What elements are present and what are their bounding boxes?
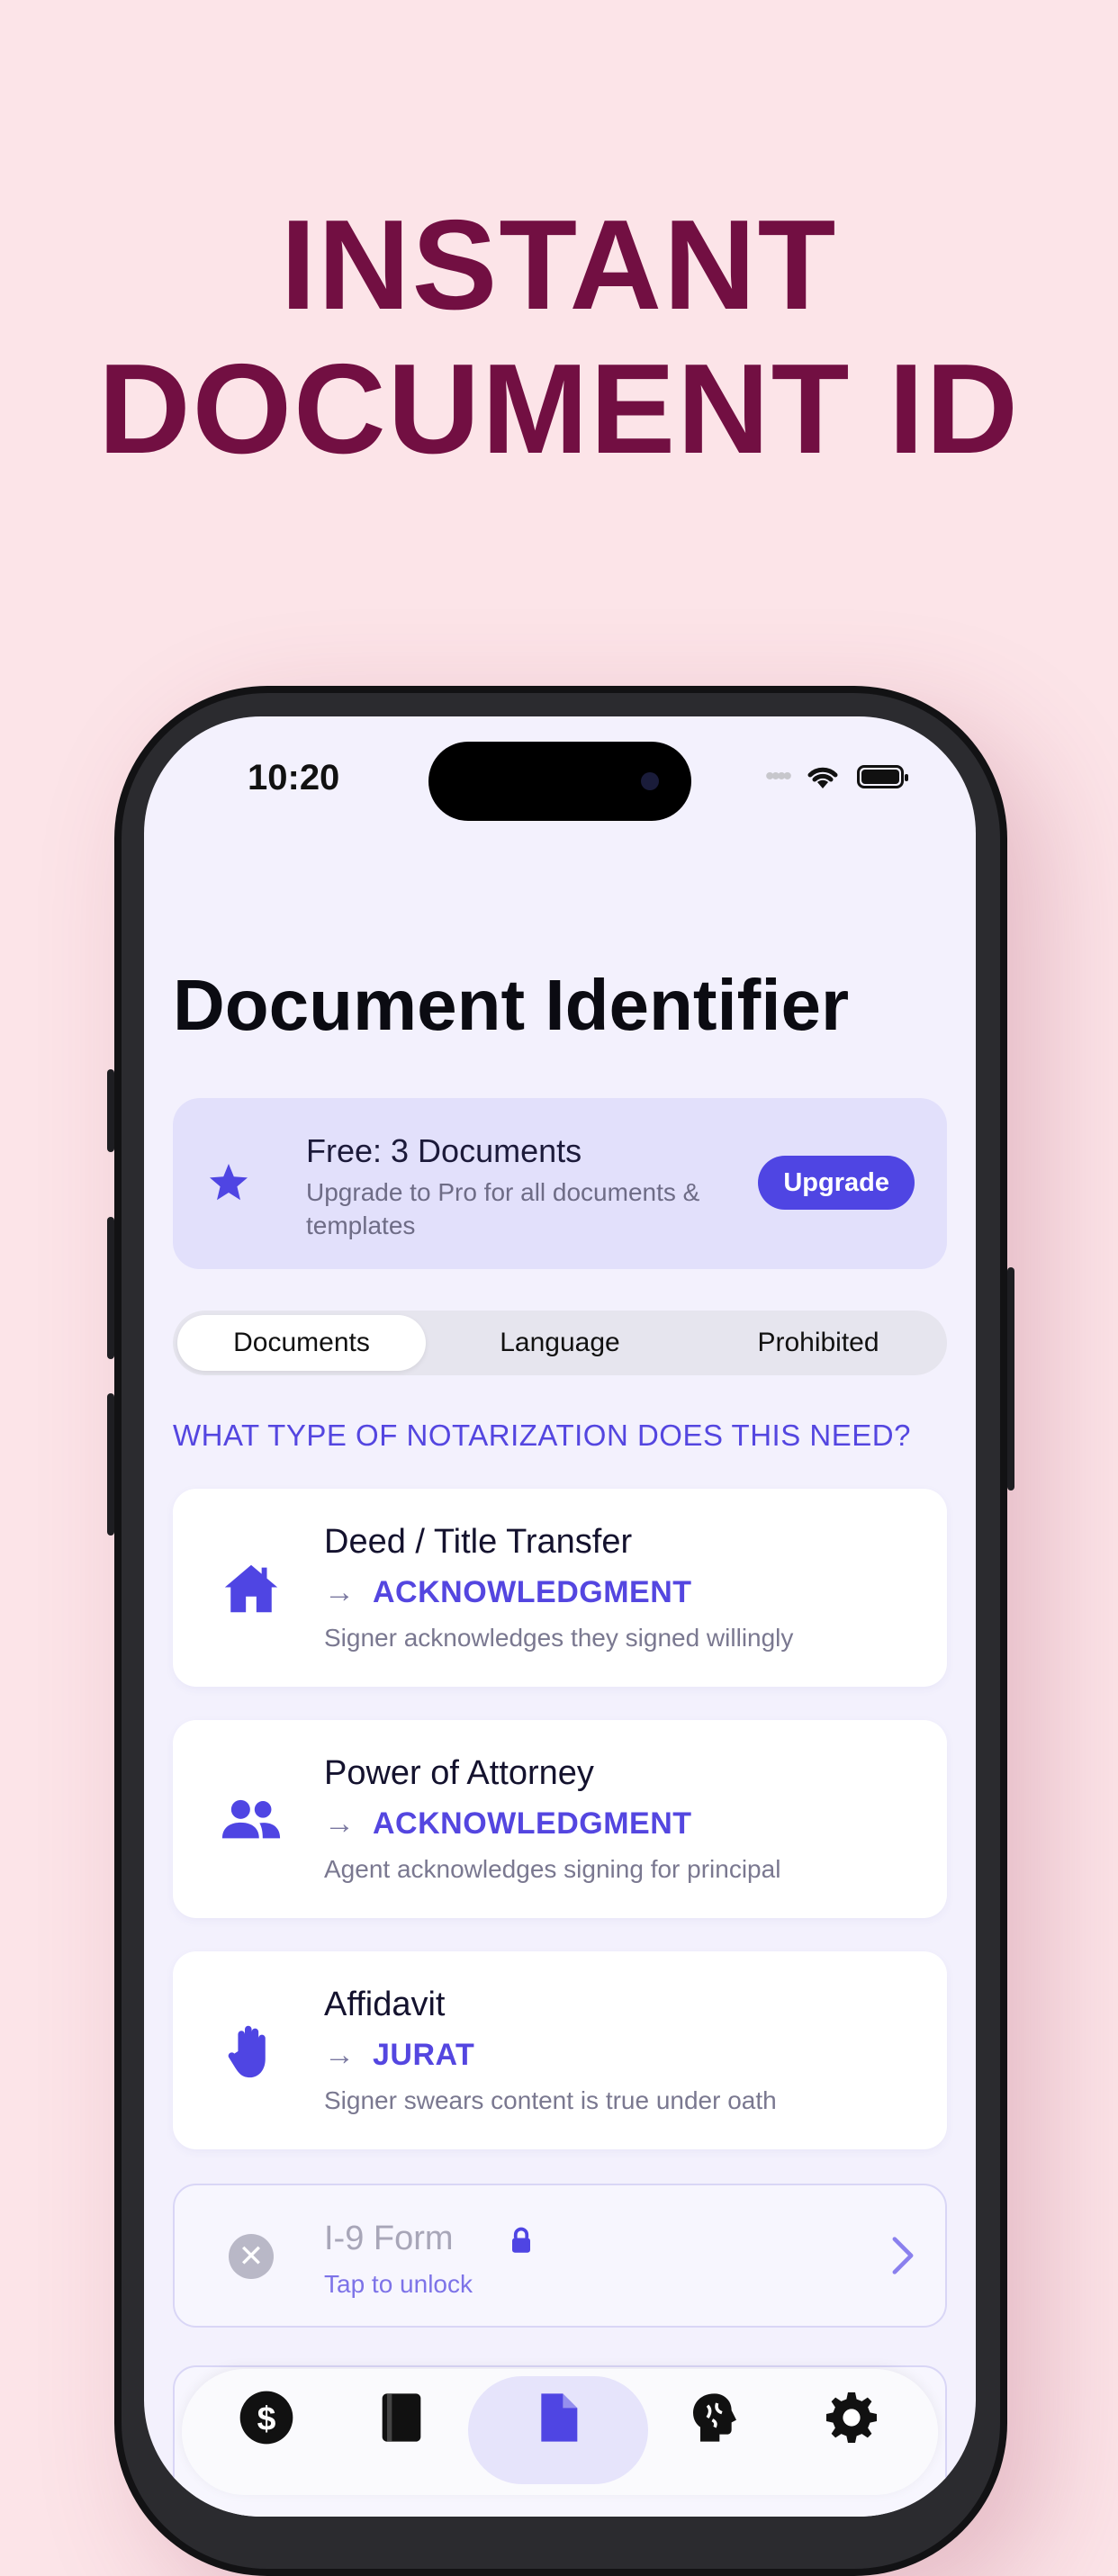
notarization-type: JURAT bbox=[373, 2038, 475, 2072]
tab-prohibited[interactable]: Prohibited bbox=[693, 1315, 943, 1371]
arrow-right-icon: → bbox=[324, 1806, 355, 1841]
tab-language[interactable]: Language bbox=[434, 1315, 686, 1371]
notarization-type: ACKNOWLEDGMENT bbox=[373, 1806, 692, 1841]
headline: INSTANT DOCUMENT ID bbox=[0, 194, 1118, 482]
headline-line-2: DOCUMENT ID bbox=[98, 338, 1020, 481]
tab-documents[interactable]: Documents bbox=[177, 1315, 426, 1371]
card-description: Agent acknowledges signing for principal bbox=[324, 1855, 781, 1883]
segmented-control: Documents Language Prohibited bbox=[173, 1311, 947, 1375]
svg-text:$: $ bbox=[257, 2399, 276, 2436]
chevron-right-icon bbox=[892, 2237, 914, 2274]
arrow-right-icon: → bbox=[324, 1575, 355, 1609]
notarization-type: ACKNOWLEDGMENT bbox=[373, 1575, 692, 1609]
arrow-right-icon: → bbox=[324, 2038, 355, 2072]
promo-banner[interactable]: Free: 3 Documents Upgrade to Pro for all… bbox=[173, 1098, 947, 1269]
document-card-affidavit[interactable]: Affidavit → JURAT Signer swears content … bbox=[173, 1951, 947, 2149]
brain-icon[interactable] bbox=[686, 2389, 744, 2446]
close-circle-icon: ✕ bbox=[229, 2234, 274, 2279]
gear-icon[interactable] bbox=[823, 2389, 880, 2446]
card-title: Affidavit bbox=[324, 1986, 446, 2023]
status-icons: •••• bbox=[764, 761, 908, 791]
document-card-i9-locked[interactable]: ✕ I-9 Form Tap to unlock bbox=[173, 2184, 947, 2328]
action-button bbox=[107, 1069, 114, 1152]
card-title: Power of Attorney bbox=[324, 1754, 594, 1792]
house-icon bbox=[224, 1564, 278, 1613]
card-description: Signer acknowledges they signed willingl… bbox=[324, 1624, 794, 1652]
raised-hand-icon bbox=[228, 2025, 266, 2078]
dynamic-island bbox=[428, 742, 691, 821]
star-icon bbox=[210, 1164, 248, 1201]
promo-title: Free: 3 Documents bbox=[306, 1132, 582, 1169]
section-label: WHAT TYPE OF NOTARIZATION DOES THIS NEED… bbox=[173, 1419, 911, 1452]
document-card-deed[interactable]: Deed / Title Transfer → ACKNOWLEDGMENT S… bbox=[173, 1489, 947, 1687]
dollar-icon[interactable]: $ bbox=[238, 2389, 295, 2446]
battery-icon bbox=[857, 765, 908, 788]
upgrade-button[interactable]: Upgrade bbox=[758, 1156, 915, 1210]
status-time: 10:20 bbox=[248, 758, 340, 797]
card-title: I-9 Form bbox=[324, 2220, 454, 2257]
headline-line-1: INSTANT bbox=[280, 194, 838, 337]
signal-dots-icon: •••• bbox=[764, 761, 792, 791]
card-title: Deed / Title Transfer bbox=[324, 1523, 633, 1561]
promo-subtitle: Upgrade to Pro for all documents & templ… bbox=[306, 1178, 700, 1239]
page-title: Document Identifier bbox=[173, 965, 850, 1045]
people-icon bbox=[221, 1799, 281, 1839]
app-screen: 10:20 •••• Document Identifier Free: 3 D… bbox=[144, 716, 976, 2517]
unlock-hint: Tap to unlock bbox=[324, 2270, 473, 2298]
volume-down-button bbox=[107, 1393, 114, 1536]
card-description: Signer swears content is true under oath bbox=[324, 2086, 777, 2114]
volume-up-button bbox=[107, 1217, 114, 1359]
book-icon[interactable] bbox=[373, 2389, 430, 2446]
power-button bbox=[1007, 1267, 1014, 1491]
tab-bar: $ bbox=[182, 2369, 938, 2495]
document-icon[interactable] bbox=[529, 2389, 587, 2446]
wifi-icon bbox=[807, 767, 838, 788]
lock-icon bbox=[512, 2227, 530, 2253]
document-card-poa[interactable]: Power of Attorney → ACKNOWLEDGMENT Agent… bbox=[173, 1720, 947, 1918]
